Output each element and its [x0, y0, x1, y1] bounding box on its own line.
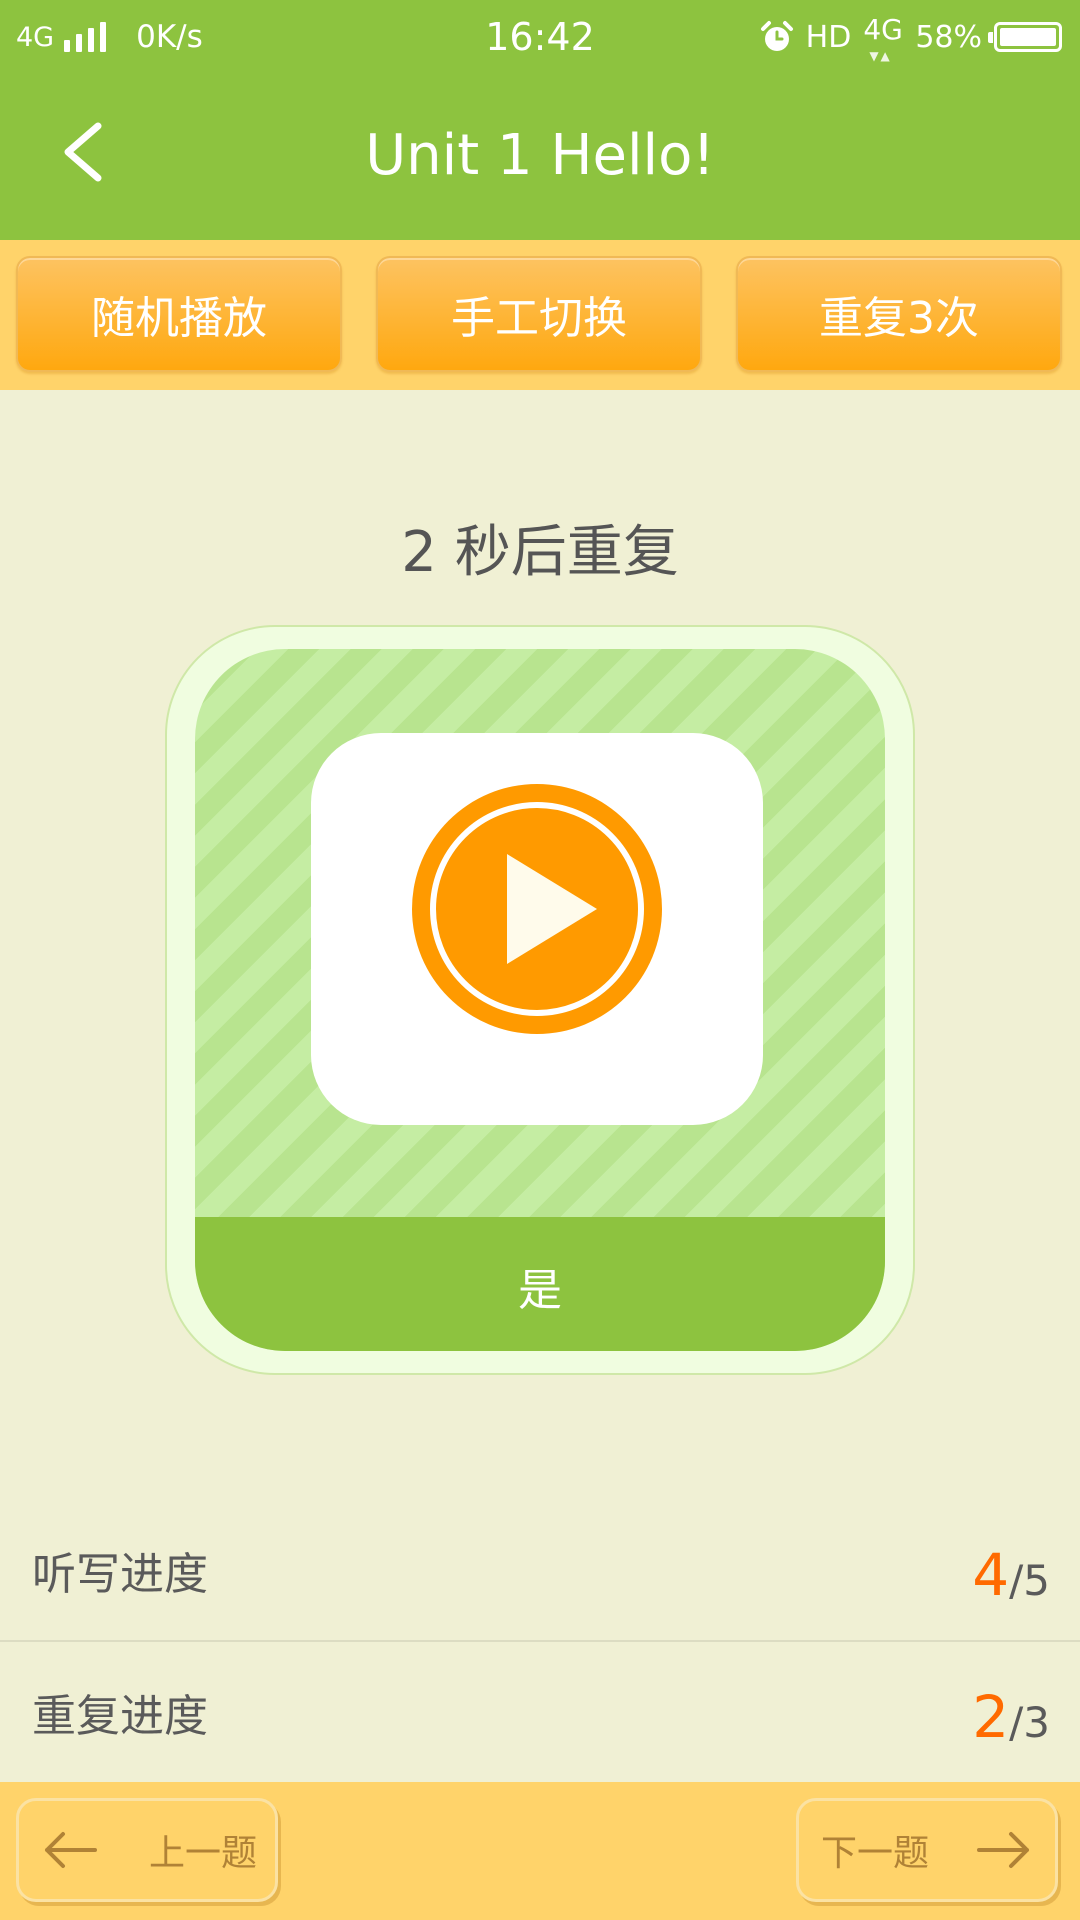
arrow-left-icon: [45, 1832, 97, 1868]
answer-text: 是: [195, 1217, 885, 1351]
dictation-progress-total: /5: [1009, 1556, 1050, 1605]
prev-question-label: 上一题: [149, 1833, 258, 1874]
repeat-progress-current: 2: [972, 1683, 1010, 1751]
word-card-inner: 是: [195, 649, 885, 1351]
status-bar: 4G 0K/s 16:42 HD 4G ▼▲ 58%: [0, 0, 1080, 74]
dictation-progress-value: 4/5: [972, 1505, 1050, 1651]
countdown-text: 2 秒后重复: [401, 520, 679, 585]
nav-bar: Unit 1 Hello!: [0, 74, 1080, 240]
battery-icon: [988, 22, 1062, 52]
random-play-button[interactable]: 随机播放: [16, 256, 342, 372]
screen: 4G 0K/s 16:42 HD 4G ▼▲ 58% Unit 1 Hello!…: [0, 0, 1080, 1920]
dictation-progress-row: 听写进度 4/5: [0, 1505, 1080, 1645]
battery-percent: 58%: [915, 19, 982, 55]
word-card: 是: [165, 625, 915, 1375]
network-4g-icon: 4G ▼▲: [863, 13, 903, 63]
alarm-icon: [760, 21, 793, 51]
dictation-progress-current: 4: [972, 1541, 1010, 1609]
data-arrows-icon: ▼▲: [869, 49, 892, 63]
row-divider: [0, 1640, 1080, 1642]
hd-indicator: HD: [805, 19, 852, 55]
arrow-right-icon: [977, 1832, 1029, 1868]
mode-bar: 随机播放 手工切换 重复3次: [0, 240, 1080, 390]
manual-switch-button[interactable]: 手工切换: [376, 256, 702, 372]
prev-question-button[interactable]: 上一题: [16, 1798, 278, 1902]
next-question-button[interactable]: 下一题: [796, 1798, 1058, 1902]
repeat-progress-total: /3: [1009, 1698, 1050, 1747]
network-4g-label: 4G: [863, 13, 903, 46]
dictation-progress-label: 听写进度: [32, 1549, 208, 1600]
repeat-progress-value: 2/3: [972, 1647, 1050, 1793]
next-question-label: 下一题: [820, 1833, 929, 1874]
page-title: Unit 1 Hello!: [365, 123, 715, 188]
repeat-progress-label: 重复进度: [32, 1691, 208, 1742]
status-right: HD 4G ▼▲ 58%: [748, 13, 1062, 63]
play-audio-box[interactable]: [311, 733, 763, 1125]
bottom-bar: 上一题 下一题: [0, 1782, 1080, 1920]
repeat-progress-row: 重复进度 2/3: [0, 1647, 1080, 1787]
repeat-times-button[interactable]: 重复3次: [736, 256, 1062, 372]
play-icon[interactable]: [412, 784, 662, 1034]
